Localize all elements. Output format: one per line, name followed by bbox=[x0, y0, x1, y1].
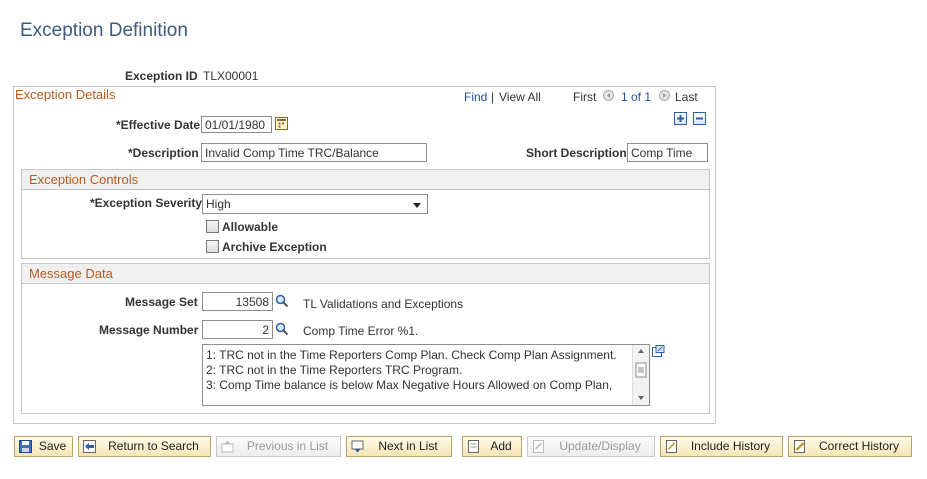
add-row-icon[interactable] bbox=[674, 112, 687, 125]
severity-label: *Exception Severity bbox=[90, 196, 203, 210]
exception-controls-title: Exception Controls bbox=[22, 170, 709, 190]
correct-history-label: Correct History bbox=[818, 439, 899, 453]
include-history-icon bbox=[666, 440, 677, 453]
next-list-icon bbox=[351, 440, 364, 453]
delete-row-icon[interactable] bbox=[693, 112, 706, 125]
correct-history-icon bbox=[794, 440, 805, 453]
include-history-button[interactable]: Include History bbox=[660, 436, 783, 457]
save-button[interactable]: Save bbox=[14, 436, 73, 457]
return-to-search-button[interactable]: Return to Search bbox=[78, 436, 211, 457]
severity-value: High bbox=[206, 197, 231, 211]
effective-date-input[interactable]: 01/01/1980 bbox=[201, 116, 272, 133]
return-to-search-label: Return to Search bbox=[108, 439, 199, 453]
message-set-label: Message Set bbox=[125, 295, 198, 309]
message-number-description: Comp Time Error %1. bbox=[303, 324, 419, 338]
find-link[interactable]: Find bbox=[464, 90, 487, 104]
message-set-description: TL Validations and Exceptions bbox=[303, 297, 464, 311]
first-label[interactable]: First bbox=[573, 90, 596, 104]
grid-title: Exception Details bbox=[15, 87, 116, 102]
page-title: Exception Definition bbox=[20, 20, 188, 41]
archive-exception-label: Archive Exception bbox=[222, 240, 327, 254]
message-number-search-icon[interactable] bbox=[275, 322, 289, 336]
message-text: 1: TRC not in the Time Reporters Comp Pl… bbox=[206, 348, 617, 392]
exception-id-label: Exception ID bbox=[125, 69, 198, 83]
grid-separator: | bbox=[491, 90, 495, 104]
message-number-label: Message Number bbox=[99, 323, 199, 337]
next-in-list-button[interactable]: Next in List bbox=[346, 436, 452, 457]
scrollbar[interactable] bbox=[632, 345, 649, 405]
update-display-label: Update/Display bbox=[559, 439, 641, 453]
save-icon bbox=[19, 440, 32, 453]
message-data-title: Message Data bbox=[22, 264, 709, 284]
chevron-down-icon bbox=[413, 203, 421, 208]
allowable-label: Allowable bbox=[222, 220, 279, 234]
previous-in-list-label: Previous in List bbox=[246, 439, 329, 453]
update-display-icon bbox=[533, 440, 544, 453]
message-set-input[interactable]: 13508 bbox=[202, 292, 273, 311]
message-number-input[interactable]: 2 bbox=[202, 320, 273, 339]
save-label: Save bbox=[38, 439, 67, 453]
allowable-checkbox[interactable] bbox=[206, 220, 219, 233]
description-label: *Description bbox=[128, 146, 199, 160]
include-history-label: Include History bbox=[690, 439, 771, 453]
return-search-icon bbox=[83, 440, 96, 453]
expand-text-icon[interactable] bbox=[652, 345, 665, 357]
row-range: 1 of 1 bbox=[621, 90, 652, 104]
exception-controls-section: Exception Controls bbox=[21, 169, 710, 259]
add-label: Add bbox=[490, 439, 512, 453]
first-arrow-icon[interactable] bbox=[603, 90, 614, 101]
calendar-icon[interactable] bbox=[275, 117, 288, 130]
severity-select[interactable]: High bbox=[202, 194, 428, 214]
last-label[interactable]: Last bbox=[675, 90, 698, 104]
correct-history-button[interactable]: Correct History bbox=[788, 436, 912, 457]
message-set-search-icon[interactable] bbox=[275, 294, 289, 308]
view-all-link[interactable]: View All bbox=[499, 90, 541, 104]
short-description-input[interactable]: Comp Time bbox=[627, 143, 708, 162]
exception-id-value: TLX00001 bbox=[203, 69, 259, 83]
effective-date-label: *Effective Date bbox=[116, 118, 201, 132]
next-in-list-label: Next in List bbox=[378, 439, 438, 453]
previous-list-icon bbox=[221, 440, 234, 453]
message-text-area[interactable]: 1: TRC not in the Time Reporters Comp Pl… bbox=[202, 344, 650, 406]
short-description-label: Short Description bbox=[526, 146, 627, 160]
add-button[interactable]: Add bbox=[462, 436, 522, 457]
previous-in-list-button[interactable]: Previous in List bbox=[216, 436, 341, 457]
last-arrow-icon[interactable] bbox=[659, 90, 670, 101]
description-input[interactable]: Invalid Comp Time TRC/Balance bbox=[201, 143, 427, 162]
archive-exception-checkbox[interactable] bbox=[206, 240, 219, 253]
add-icon bbox=[468, 440, 479, 453]
update-display-button[interactable]: Update/Display bbox=[527, 436, 655, 457]
